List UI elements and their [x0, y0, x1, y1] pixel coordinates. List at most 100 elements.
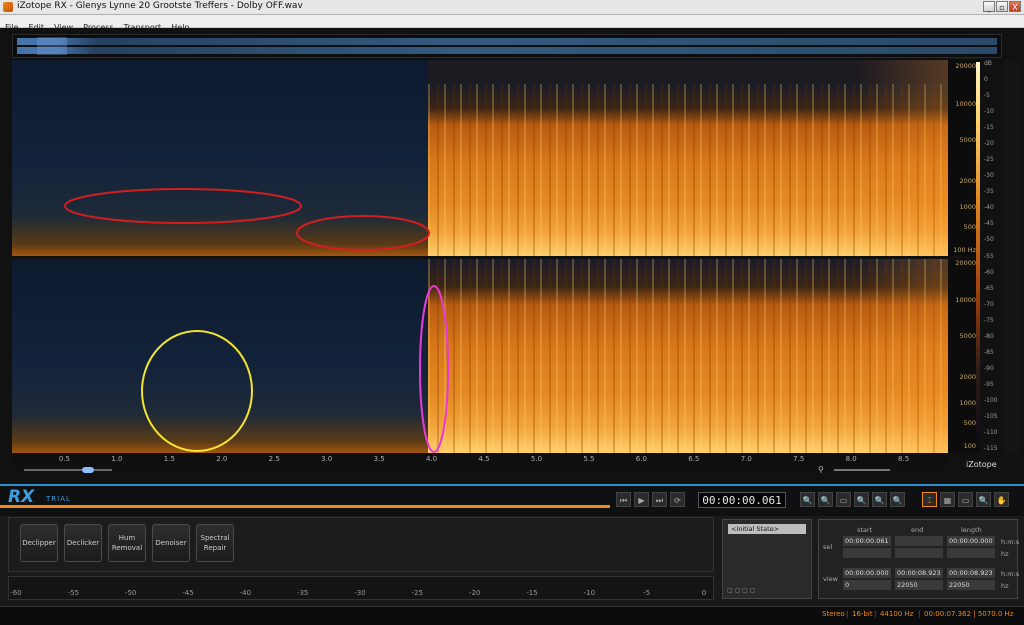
zoom-selection-icon[interactable]: ▭ [836, 492, 851, 507]
header-start: start [857, 526, 873, 534]
spectrogram-left-channel[interactable] [12, 60, 948, 256]
db-tick: 0 [984, 76, 988, 84]
time-tick: 6.0 [635, 455, 647, 463]
time-tick: 3.0 [321, 455, 333, 463]
freq-tick: 500 [963, 419, 976, 427]
db-tick: -75 [984, 316, 994, 324]
overview-view-selection[interactable] [37, 37, 67, 55]
time-tick: 8.0 [845, 455, 857, 463]
meter-tick: -45 [182, 589, 194, 597]
db-tick: -20 [984, 140, 994, 148]
db-tick: -85 [984, 348, 994, 356]
horizontal-scroll[interactable] [24, 467, 112, 473]
sel-hz-end-field[interactable] [895, 548, 943, 558]
time-select-tool-icon[interactable]: ⌶ [922, 492, 937, 507]
db-tick: -70 [984, 300, 994, 308]
meter-tick: -5 [643, 589, 651, 597]
zoom-vertical-in-icon[interactable]: 🔍 [872, 492, 887, 507]
play-button[interactable]: ▶ [634, 492, 649, 507]
unit-hz: hz [1001, 550, 1009, 558]
time-tick: 5.0 [530, 455, 543, 463]
db-tick: -30 [984, 172, 994, 180]
view-end-field[interactable]: 00:00:08.923 [895, 568, 943, 578]
db-scale: dB 0 -5 -10 -15 -20 -25 -30 -35 -40 -45 -50 -55 -60 -6… [982, 60, 1002, 453]
sel-hz-length-field[interactable] [947, 548, 995, 558]
hum-removal-button[interactable]: Hum Removal [108, 524, 146, 562]
history-buttons[interactable]: ▢ ▢ ▢ ▢ [727, 587, 755, 594]
view-row-label: view [823, 575, 838, 583]
db-tick: -15 [984, 124, 994, 132]
header-length: length [961, 526, 982, 534]
db-tick: -65 [984, 284, 994, 292]
maximize-button[interactable]: ▫ [996, 1, 1008, 12]
db-tick: -95 [984, 380, 994, 388]
freq-tick: 10000 [955, 296, 976, 304]
db-tick: -50 [984, 236, 994, 244]
freq-tick: 1000 [959, 203, 976, 211]
frequency-scale-bottom: 20000 10000 5000 2000 1000 500 100 [948, 259, 978, 453]
db-tick: -60 [984, 268, 994, 276]
meter-tick: -40 [239, 589, 252, 597]
lasso-tool-icon[interactable]: ▭ [958, 492, 973, 507]
trial-label: TRIAL [46, 495, 71, 503]
meter-tick: -50 [124, 589, 137, 597]
rx-logo: RX [8, 487, 35, 507]
zoom-out-icon[interactable]: 🔍 [818, 492, 833, 507]
scroll-track [24, 469, 112, 471]
db-tick: -80 [984, 332, 994, 340]
view-hz-length-field[interactable]: 22050 [947, 580, 995, 590]
zoom-full-icon[interactable]: 🔍 [854, 492, 869, 507]
sel-hz-start-field[interactable] [843, 548, 891, 558]
unit-time: h:m:s [1001, 570, 1020, 578]
view-hz-end-field[interactable]: 22050 [895, 580, 943, 590]
spectral-repair-button[interactable]: Spectral Repair [196, 524, 234, 562]
app-icon [3, 2, 13, 12]
declipper-button[interactable]: Declipper [20, 524, 58, 562]
sel-row-label: sel [823, 543, 833, 551]
spectrogram-right-channel[interactable] [12, 259, 948, 453]
spectrogram-quiet-region [12, 60, 428, 256]
sel-end-field[interactable] [895, 536, 943, 546]
spectrogram-fade [858, 259, 948, 453]
freq-tick: 20000 [955, 62, 976, 70]
magnify-tool-icon[interactable]: 🔍 [976, 492, 991, 507]
zoom-in-icon[interactable]: 🔍 [800, 492, 815, 507]
close-button[interactable]: X [1009, 1, 1021, 12]
meter-tick: 0 [701, 589, 707, 597]
meter-tick: -20 [468, 589, 481, 597]
meter-tick: -55 [67, 589, 80, 597]
status-channels: Stereo [822, 610, 845, 618]
horizontal-zoom-slider[interactable]: ⚲ [818, 465, 918, 475]
sel-start-field[interactable]: 00:00:00.061 [843, 536, 891, 546]
zoom-out-icon[interactable]: ⚲ [818, 465, 824, 474]
time-tick: 1.0 [111, 455, 123, 463]
freq-tick: 5000 [959, 332, 976, 340]
db-tick: dB [984, 60, 992, 67]
view-hz-start-field[interactable]: 0 [843, 580, 891, 590]
menu-bar: File Edit View Process Transport Help [0, 15, 1024, 32]
waveform-overview[interactable] [12, 34, 1002, 58]
freq-tick: 20000 [955, 259, 976, 267]
meter-tick: -10 [583, 589, 596, 597]
loop-button[interactable]: ⟳ [670, 492, 685, 507]
db-tick: -110 [984, 428, 998, 436]
zoom-vertical-out-icon[interactable]: 🔍 [890, 492, 905, 507]
hand-tool-icon[interactable]: ✋ [994, 492, 1009, 507]
db-tick: -45 [984, 220, 994, 228]
box-select-tool-icon[interactable]: ▦ [940, 492, 955, 507]
history-item[interactable]: <Initial State> [728, 524, 806, 534]
minimize-button[interactable]: _ [983, 1, 995, 12]
scroll-knob[interactable] [82, 467, 94, 473]
sel-length-field[interactable]: 00:00:00.000 [947, 536, 995, 546]
vertical-zoom-strip[interactable] [1004, 60, 1020, 454]
denoiser-button[interactable]: Denoiser [152, 524, 190, 562]
meter-tick: -15 [526, 589, 538, 597]
view-length-field[interactable]: 00:00:08.923 [947, 568, 995, 578]
declicker-button[interactable]: Declicker [64, 524, 102, 562]
db-tick: -90 [984, 364, 994, 372]
view-start-field[interactable]: 00:00:00.000 [843, 568, 891, 578]
go-to-end-button[interactable]: ⏭ [652, 492, 667, 507]
go-to-start-button[interactable]: ⏮ [616, 492, 631, 507]
db-tick: -35 [984, 188, 994, 196]
status-bitdepth: 16-bit [852, 610, 873, 618]
